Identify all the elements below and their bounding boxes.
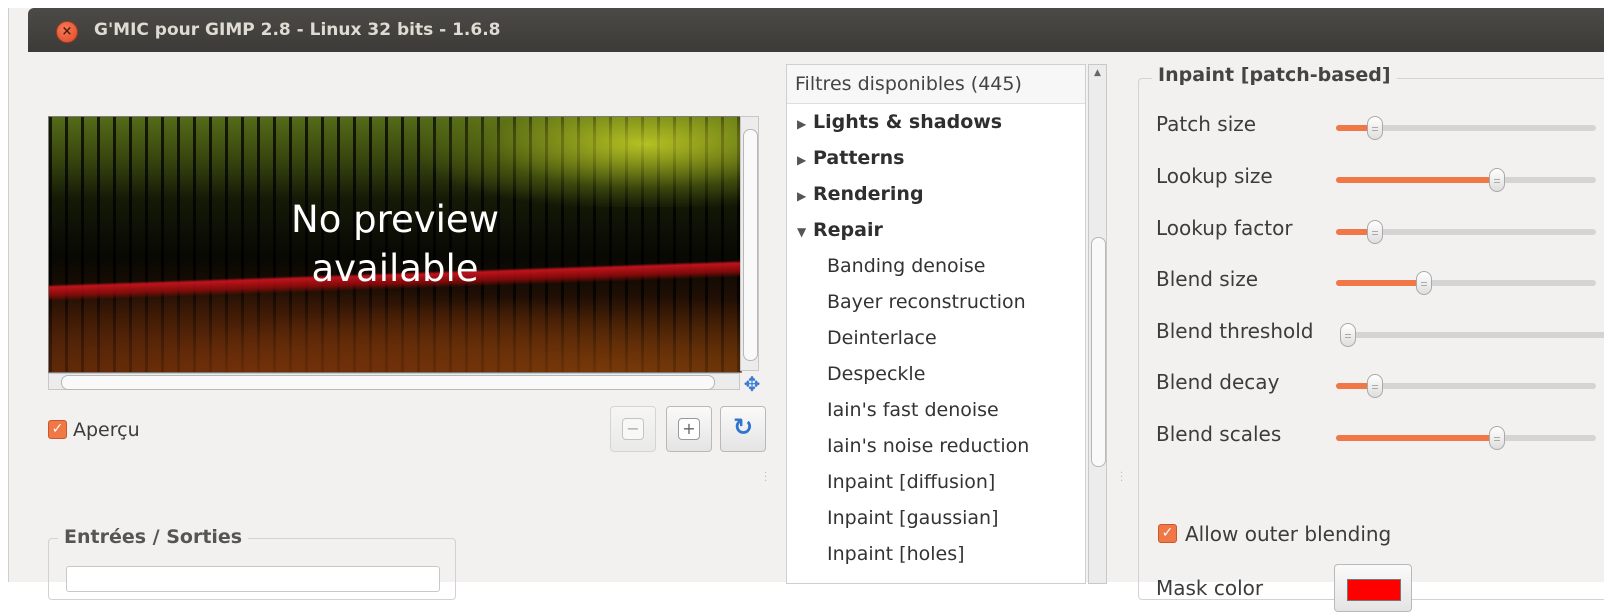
color-swatch xyxy=(1347,579,1401,601)
no-preview-message: No preview available xyxy=(291,198,499,290)
pane-grip[interactable]: · · · xyxy=(764,469,767,487)
filter-item[interactable]: Despeckle xyxy=(827,363,925,385)
scroll-up-icon[interactable]: ▲ xyxy=(1089,65,1106,81)
filter-item[interactable]: Inpaint [holes] xyxy=(827,543,965,565)
tree-category-lights-shadows[interactable]: ▶ Lights & shadows xyxy=(797,111,1002,133)
param-label: Blend size xyxy=(1156,267,1259,291)
preview-vertical-scrollbar[interactable] xyxy=(740,116,759,371)
filter-item[interactable]: Inpaint [diffusion] xyxy=(827,471,995,493)
param-label: Blend threshold xyxy=(1156,319,1314,343)
lookup-size-slider[interactable] xyxy=(1336,168,1596,192)
param-label: Lookup size xyxy=(1156,164,1273,188)
slider-knob[interactable] xyxy=(1416,271,1432,295)
io-dropdown[interactable] xyxy=(66,566,440,592)
filter-list: Filtres disponibles (445) ▶ Lights & shad… xyxy=(786,64,1086,584)
refresh-icon: ↻ xyxy=(733,413,754,441)
expand-arrow-icon[interactable]: ▶ xyxy=(797,189,813,203)
param-label: Patch size xyxy=(1156,112,1257,136)
minus-icon: − xyxy=(622,418,644,440)
filter-item[interactable]: Iain's noise reduction xyxy=(827,435,1029,457)
slider-knob[interactable] xyxy=(1340,323,1356,347)
checkbox-icon[interactable]: ✓ xyxy=(1158,524,1177,543)
expand-arrow-icon[interactable]: ▶ xyxy=(797,117,813,131)
expand-arrow-icon[interactable]: ▶ xyxy=(797,153,813,167)
filter-list-header[interactable]: Filtres disponibles (445) xyxy=(787,65,1085,104)
preview-checkbox[interactable]: ✓ Aperçu xyxy=(48,418,140,441)
allow-outer-blending-checkbox[interactable]: ✓ Allow outer blending xyxy=(1158,520,1391,546)
zoom-in-button[interactable]: + xyxy=(666,406,712,452)
refresh-button[interactable]: ↻ xyxy=(720,406,766,452)
parameters-title: Inpaint [patch-based] xyxy=(1152,64,1397,86)
blend-decay-slider[interactable] xyxy=(1336,374,1596,398)
tree-category-rendering[interactable]: ▶ Rendering xyxy=(797,183,924,205)
patch-size-slider[interactable] xyxy=(1336,116,1596,140)
slider-fill xyxy=(1336,280,1424,286)
filter-item[interactable]: Banding denoise xyxy=(827,255,986,277)
filter-item[interactable]: Deinterlace xyxy=(827,327,937,349)
filter-parameters: Inpaint [patch-based] Patch size Lookup … xyxy=(1138,64,1604,612)
zoom-out-button[interactable]: − xyxy=(610,406,656,452)
scroll-thumb[interactable] xyxy=(743,129,758,361)
main-panel: No preview available ✥ ✓ Aperçu − + ↻ · · ·… xyxy=(28,52,1604,612)
blend-scales-slider[interactable] xyxy=(1336,426,1596,450)
slider-knob[interactable] xyxy=(1489,426,1505,450)
tree-category-patterns[interactable]: ▶ Patterns xyxy=(797,147,905,169)
filter-list-scrollbar[interactable]: ▲ xyxy=(1088,64,1107,584)
collapse-arrow-icon[interactable]: ▼ xyxy=(797,225,813,239)
plus-icon: + xyxy=(678,418,700,440)
mask-color-label: Mask color xyxy=(1156,576,1264,600)
slider-fill xyxy=(1336,435,1497,441)
slider-knob[interactable] xyxy=(1367,220,1383,244)
move-icon[interactable]: ✥ xyxy=(740,372,764,396)
tree-category-repair[interactable]: ▼ Repair xyxy=(797,219,883,241)
io-title: Entrées / Sorties xyxy=(58,526,249,548)
blend-threshold-slider[interactable] xyxy=(1340,323,1604,347)
slider-knob[interactable] xyxy=(1367,374,1383,398)
param-label: Blend scales xyxy=(1156,422,1282,446)
pane-grip[interactable]: · · · xyxy=(1120,469,1123,487)
lookup-factor-slider[interactable] xyxy=(1336,220,1596,244)
param-label: Lookup factor xyxy=(1156,216,1293,240)
scroll-thumb[interactable] xyxy=(1091,237,1106,467)
filter-item[interactable]: Iain's fast denoise xyxy=(827,399,999,421)
slider-fill xyxy=(1336,177,1497,183)
scroll-thumb[interactable] xyxy=(61,375,715,390)
blend-size-slider[interactable] xyxy=(1336,271,1596,295)
filter-item[interactable]: Bayer reconstruction xyxy=(827,291,1026,313)
preview-image: No preview available xyxy=(48,116,742,373)
param-label: Blend decay xyxy=(1156,370,1280,394)
window-title: G'MIC pour GIMP 2.8 - Linux 32 bits - 1.… xyxy=(94,20,501,40)
slider-knob[interactable] xyxy=(1367,116,1383,140)
close-icon[interactable]: × xyxy=(56,21,78,43)
mask-color-button[interactable] xyxy=(1334,564,1412,612)
title-bar: × G'MIC pour GIMP 2.8 - Linux 32 bits - … xyxy=(28,8,1604,52)
checkbox-icon[interactable]: ✓ xyxy=(48,420,67,439)
slider-knob[interactable] xyxy=(1489,168,1505,192)
filter-item[interactable]: Inpaint [gaussian] xyxy=(827,507,999,529)
preview-horizontal-scrollbar[interactable] xyxy=(48,373,740,390)
